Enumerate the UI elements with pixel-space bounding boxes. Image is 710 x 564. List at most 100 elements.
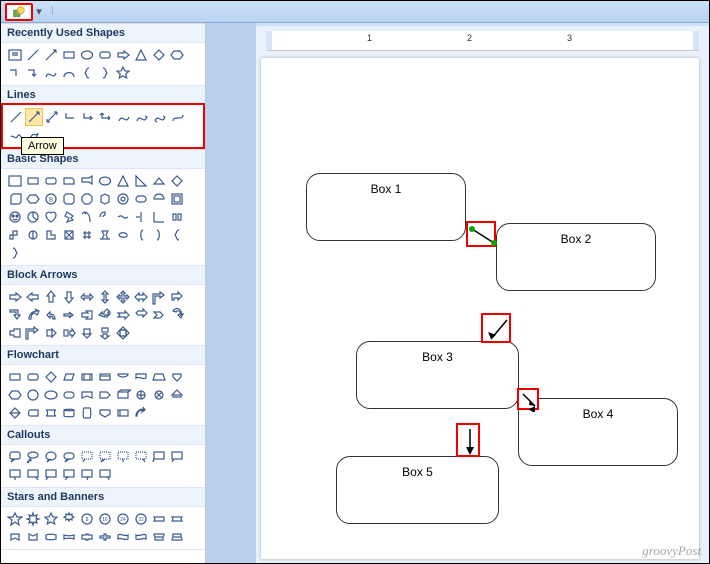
banner-icon[interactable] xyxy=(42,528,60,546)
arrow-icon[interactable] xyxy=(42,306,60,324)
flow-icon[interactable] xyxy=(96,404,114,422)
shape-icon[interactable] xyxy=(60,190,78,208)
arrow-icon[interactable] xyxy=(78,306,96,324)
callout-icon[interactable] xyxy=(96,448,114,466)
line-elbow-darrow-icon[interactable] xyxy=(97,108,115,126)
shape-box-3[interactable]: Box 3 xyxy=(356,341,519,409)
arrow-icon[interactable] xyxy=(60,306,78,324)
shape-line-icon[interactable] xyxy=(24,46,42,64)
shape-icon[interactable] xyxy=(60,208,78,226)
shape-lbrace-icon[interactable] xyxy=(78,64,96,82)
flow-icon[interactable] xyxy=(114,404,132,422)
arrow-icon[interactable] xyxy=(42,324,60,342)
star-icon[interactable]: 32 xyxy=(132,510,150,528)
star-icon[interactable]: 24 xyxy=(114,510,132,528)
shape-diamond-icon[interactable] xyxy=(150,46,168,64)
shape-icon[interactable] xyxy=(6,172,24,190)
shape-oval-icon[interactable] xyxy=(78,46,96,64)
arrow-icon[interactable] xyxy=(60,288,78,306)
arrow-icon[interactable] xyxy=(24,306,42,324)
arrow-icon[interactable] xyxy=(78,288,96,306)
arrow-icon[interactable] xyxy=(96,306,114,324)
shape-icon[interactable] xyxy=(78,208,96,226)
flow-icon[interactable] xyxy=(132,386,150,404)
line-elbow-icon[interactable] xyxy=(61,108,79,126)
banner-icon[interactable] xyxy=(150,510,168,528)
flow-icon[interactable] xyxy=(78,386,96,404)
shape-icon[interactable] xyxy=(96,190,114,208)
flow-icon[interactable] xyxy=(24,386,42,404)
line-curve-arrow-icon[interactable] xyxy=(133,108,151,126)
shape-box-4[interactable]: Box 4 xyxy=(518,398,678,466)
shape-icon[interactable] xyxy=(24,208,42,226)
arrow-icon[interactable] xyxy=(60,324,78,342)
shape-icon[interactable] xyxy=(6,244,24,262)
shape-icon[interactable] xyxy=(6,190,24,208)
arrow-icon[interactable] xyxy=(150,306,168,324)
star-icon[interactable]: 16 xyxy=(96,510,114,528)
arrow-icon[interactable] xyxy=(168,306,186,324)
arrow-icon[interactable] xyxy=(42,288,60,306)
shape-arc-icon[interactable] xyxy=(60,64,78,82)
banner-icon[interactable] xyxy=(78,528,96,546)
shape-icon[interactable] xyxy=(132,226,150,244)
callout-icon[interactable] xyxy=(42,448,60,466)
flow-icon[interactable] xyxy=(114,368,132,386)
shape-curve-icon[interactable] xyxy=(42,64,60,82)
flow-icon[interactable] xyxy=(42,386,60,404)
shape-icon[interactable] xyxy=(150,208,168,226)
callout-icon[interactable] xyxy=(78,466,96,484)
shape-roundrect-icon[interactable] xyxy=(96,46,114,64)
page-canvas[interactable]: Box 1 Box 2 Box 3 Box 4 Box 5 xyxy=(261,58,699,559)
arrow-icon[interactable] xyxy=(132,288,150,306)
shape-icon[interactable] xyxy=(42,208,60,226)
shape-icon[interactable] xyxy=(96,226,114,244)
flow-icon[interactable] xyxy=(132,404,150,422)
shape-icon[interactable] xyxy=(96,172,114,190)
shape-icon[interactable] xyxy=(6,226,24,244)
flow-icon[interactable] xyxy=(168,386,186,404)
callout-icon[interactable] xyxy=(78,448,96,466)
callout-icon[interactable] xyxy=(150,448,168,466)
shape-icon[interactable] xyxy=(24,190,42,208)
flow-icon[interactable] xyxy=(42,404,60,422)
shape-icon[interactable] xyxy=(78,172,96,190)
arrow-icon[interactable] xyxy=(114,324,132,342)
shape-triangle-icon[interactable] xyxy=(132,46,150,64)
flow-icon[interactable] xyxy=(24,404,42,422)
shape-icon[interactable] xyxy=(150,226,168,244)
callout-icon[interactable] xyxy=(114,448,132,466)
flow-icon[interactable] xyxy=(78,368,96,386)
flow-icon[interactable] xyxy=(60,368,78,386)
shape-icon[interactable] xyxy=(24,172,42,190)
star-icon[interactable] xyxy=(60,510,78,528)
line-curve-icon[interactable] xyxy=(115,108,133,126)
arrow-icon[interactable] xyxy=(168,288,186,306)
banner-icon[interactable] xyxy=(168,528,186,546)
flow-icon[interactable] xyxy=(96,386,114,404)
star-icon[interactable] xyxy=(42,510,60,528)
arrow-icon[interactable] xyxy=(150,288,168,306)
star-icon[interactable]: 8 xyxy=(78,510,96,528)
callout-icon[interactable] xyxy=(6,466,24,484)
flow-icon[interactable] xyxy=(6,368,24,386)
shape-icon[interactable] xyxy=(60,226,78,244)
shape-blockarrow-icon[interactable] xyxy=(114,46,132,64)
arrow-icon[interactable] xyxy=(6,306,24,324)
callout-icon[interactable] xyxy=(96,466,114,484)
flow-icon[interactable] xyxy=(42,368,60,386)
shape-box-2[interactable]: Box 2 xyxy=(496,223,656,291)
shape-icon[interactable] xyxy=(114,190,132,208)
arrow-icon[interactable] xyxy=(114,306,132,324)
callout-icon[interactable] xyxy=(6,448,24,466)
arrow-icon[interactable] xyxy=(114,288,132,306)
arrow-icon[interactable] xyxy=(6,324,24,342)
flow-icon[interactable] xyxy=(24,368,42,386)
flow-icon[interactable] xyxy=(6,386,24,404)
banner-icon[interactable] xyxy=(114,528,132,546)
arrow-icon[interactable] xyxy=(78,324,96,342)
shape-icon[interactable] xyxy=(150,190,168,208)
flow-icon[interactable] xyxy=(132,368,150,386)
arrow-icon[interactable] xyxy=(24,288,42,306)
line-straight-icon[interactable] xyxy=(7,108,25,126)
